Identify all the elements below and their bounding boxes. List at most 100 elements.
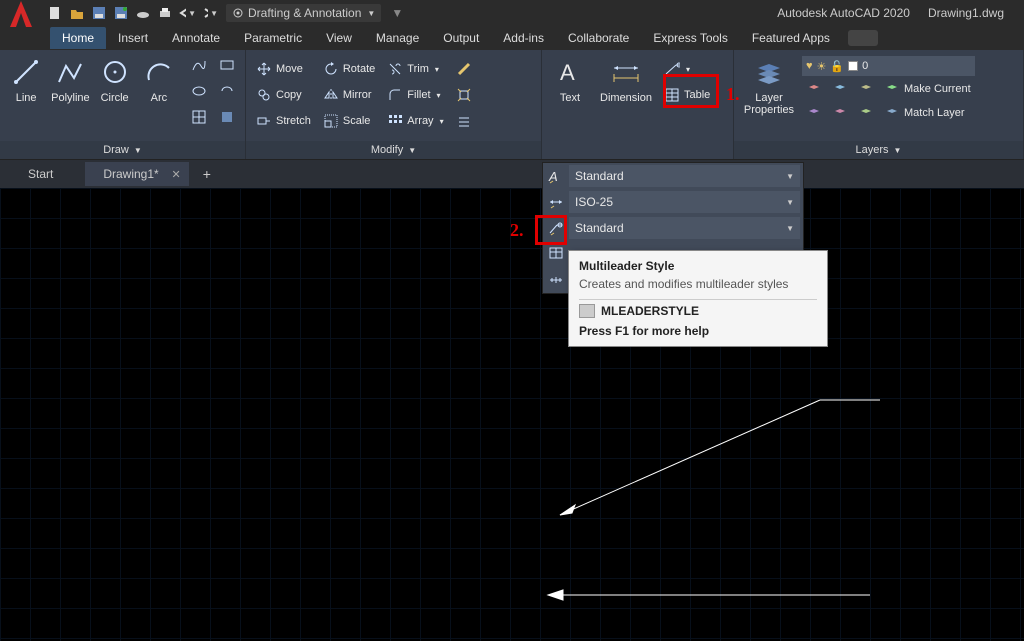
quick-access-toolbar: ▼ ▼ (46, 4, 218, 22)
array-button[interactable]: Array▾ (383, 110, 447, 132)
saveas-icon[interactable] (112, 4, 130, 22)
panel-modify-title[interactable]: Modify▼ (246, 141, 541, 159)
layer-iso-button[interactable] (802, 102, 826, 124)
polyline-button[interactable]: Polyline (50, 54, 90, 104)
annotation-label-1: 1. (726, 84, 740, 105)
erase-button[interactable] (452, 58, 476, 80)
workspace-label: Drafting & Annotation (248, 6, 361, 20)
layer-lock-button[interactable] (854, 78, 878, 100)
offset-icon (456, 113, 472, 129)
text-button[interactable]: A Text (548, 54, 592, 104)
drawing-tab[interactable]: Drawing1*✕ (85, 162, 188, 186)
panel-layers-title[interactable]: Layers▼ (734, 141, 1023, 159)
arc-icon (143, 56, 175, 88)
tooltip-description: Creates and modifies multileader styles (579, 277, 817, 291)
layer-off-button[interactable] (802, 78, 826, 100)
anno-scale-icon[interactable] (543, 272, 569, 288)
text-style-icon[interactable]: A (543, 168, 569, 184)
match-layer-button[interactable]: Match Layer (880, 102, 969, 124)
table-style-icon[interactable] (543, 246, 569, 262)
tab-manage[interactable]: Manage (364, 27, 431, 49)
trim-button[interactable]: Trim▾ (383, 58, 447, 80)
offset-button[interactable] (452, 110, 476, 132)
tab-collaborate[interactable]: Collaborate (556, 27, 641, 49)
drawing-canvas[interactable] (0, 188, 1024, 641)
plot-icon[interactable] (156, 4, 174, 22)
text-style-select[interactable]: Standard▼ (569, 165, 800, 187)
stretch-button[interactable]: Stretch (252, 110, 315, 132)
ellipse-button[interactable] (187, 80, 211, 102)
layer-freeze-button[interactable] (828, 78, 852, 100)
tooltip-help: Press F1 for more help (579, 324, 817, 338)
region-button[interactable] (215, 106, 239, 128)
open-icon[interactable] (68, 4, 86, 22)
tab-view[interactable]: View (314, 27, 364, 49)
undo-icon[interactable]: ▼ (178, 4, 196, 22)
hatch-button[interactable] (187, 106, 211, 128)
tab-insert[interactable]: Insert (106, 27, 160, 49)
rotate-icon (323, 61, 339, 77)
new-tab-button[interactable]: + (191, 161, 223, 187)
mleader-style-select[interactable]: Standard▼ (569, 217, 800, 239)
tooltip: Multileader Style Creates and modifies m… (568, 250, 828, 347)
mleader-style-row: Standard▼ (543, 215, 803, 241)
redo-icon[interactable]: ▼ (200, 4, 218, 22)
save-icon[interactable] (90, 4, 108, 22)
annotation-box-1 (663, 74, 719, 108)
panel-draw-title[interactable]: Draw▼ (0, 141, 245, 159)
scale-button[interactable]: Scale (319, 110, 379, 132)
app-name: Autodesk AutoCAD 2020 (777, 6, 910, 20)
move-icon (256, 61, 272, 77)
move-button[interactable]: Move (252, 58, 315, 80)
tab-home[interactable]: Home (50, 27, 106, 49)
panel-draw: Line Polyline Circle Arc (0, 50, 246, 159)
explode-button[interactable] (452, 84, 476, 106)
rect-button[interactable] (215, 54, 239, 76)
lock-icon: 🔓 (830, 60, 844, 73)
share-button[interactable] (848, 30, 878, 46)
layer-properties-label: Layer Properties (744, 92, 794, 116)
fillet-icon (387, 87, 403, 103)
layer-iso-icon (806, 105, 822, 121)
polyline-icon (54, 56, 86, 88)
layer-off-icon (806, 81, 822, 97)
tab-addins[interactable]: Add-ins (491, 27, 556, 49)
rotate-button[interactable]: Rotate (319, 58, 379, 80)
tab-annotate[interactable]: Annotate (160, 27, 232, 49)
dim-style-select[interactable]: ISO-25▼ (569, 191, 800, 213)
spline-button[interactable] (187, 54, 211, 76)
cloud-icon[interactable] (134, 4, 152, 22)
layer-properties-button[interactable]: Layer Properties (740, 54, 798, 116)
layer-selector[interactable]: ♥ ☀ 🔓 0 (802, 56, 975, 76)
copy-button[interactable]: Copy (252, 84, 315, 106)
new-icon[interactable] (46, 4, 64, 22)
dimension-button[interactable]: Dimension (596, 54, 656, 104)
mirror-button[interactable]: Mirror (319, 84, 379, 106)
tab-express[interactable]: Express Tools (641, 27, 739, 49)
erase-icon (456, 61, 472, 77)
circle-icon (99, 56, 131, 88)
line-button[interactable]: Line (6, 54, 46, 104)
autocad-logo[interactable] (4, 0, 38, 31)
make-current-button[interactable]: Make Current (880, 78, 975, 100)
start-tab[interactable]: Start (10, 162, 83, 186)
rectangle-icon (219, 57, 235, 73)
arc-button[interactable]: Arc (139, 54, 179, 104)
tab-output[interactable]: Output (431, 27, 491, 49)
array-icon (387, 113, 403, 129)
title-text: Autodesk AutoCAD 2020 Drawing1.dwg (777, 6, 1024, 20)
layer-thaw-button[interactable] (828, 102, 852, 124)
tab-parametric[interactable]: Parametric (232, 27, 314, 49)
tab-featured[interactable]: Featured Apps (740, 27, 842, 49)
circle-button[interactable]: Circle (95, 54, 135, 104)
close-icon[interactable]: ✕ (171, 168, 180, 181)
layer-unlock-button[interactable] (854, 102, 878, 124)
layer-lock-icon (858, 81, 874, 97)
copy-icon (256, 87, 272, 103)
dim-style-icon[interactable] (543, 194, 569, 210)
workspace-switcher[interactable]: Drafting & Annotation ▼ (226, 4, 381, 22)
svg-text:A: A (548, 169, 558, 184)
tooltip-command: MLEADERSTYLE (579, 304, 817, 318)
ellipse2-button[interactable] (215, 80, 239, 102)
fillet-button[interactable]: Fillet▾ (383, 84, 447, 106)
